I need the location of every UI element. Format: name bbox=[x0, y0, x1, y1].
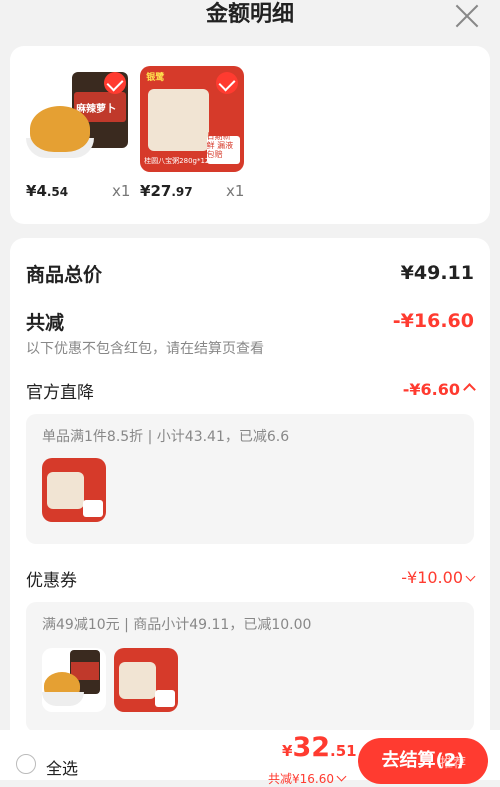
coupon-detail-text: 满49减10元 | 商品小计49.11，已减10.00 bbox=[42, 617, 312, 633]
product-label: 银鹭 bbox=[146, 73, 165, 84]
coupon-detail-box: 满49减10元 | 商品小计49.11，已减10.00 bbox=[26, 602, 474, 732]
product-image-radish[interactable]: 麻辣萝卜 bbox=[26, 66, 132, 172]
direct-detail-text: 单品满1件8.5折 | 小计43.41，已减6.6 bbox=[42, 429, 290, 445]
product-desc: 桂圆八宝粥280g*12罐 bbox=[144, 156, 217, 165]
goods-total-value: ¥49.11 bbox=[400, 262, 474, 284]
total-price: ¥32.51 bbox=[282, 732, 357, 763]
item-price: ¥4.54 bbox=[26, 182, 69, 200]
item-price: ¥27.97 bbox=[140, 182, 193, 200]
discount-note: 以下优惠不包含红包，请在结算页查看 bbox=[26, 341, 264, 357]
product-image-congee[interactable] bbox=[42, 458, 106, 522]
reduce-value: -¥16.60 bbox=[392, 310, 474, 332]
select-all-radio[interactable] bbox=[16, 754, 36, 774]
checked-icon bbox=[104, 72, 126, 94]
section-label-coupon: 优惠券 bbox=[26, 571, 77, 591]
section-value-direct[interactable]: -¥6.60 bbox=[403, 380, 476, 399]
recommend-label: 推荐 bbox=[440, 756, 467, 771]
item-qty: x1 bbox=[226, 182, 245, 200]
header: 金额明细 bbox=[0, 0, 500, 34]
page-title: 金额明细 bbox=[205, 2, 294, 27]
product-image-congee[interactable]: 银鹭 日期新鲜 漏液包赔 桂圆八宝粥280g*12罐 bbox=[140, 66, 244, 172]
direct-detail-box: 单品满1件8.5折 | 小计43.41，已减6.6 bbox=[26, 414, 474, 544]
chevron-down-icon bbox=[465, 571, 476, 582]
section-value-coupon[interactable]: -¥10.00 bbox=[401, 568, 476, 587]
section-label-direct: 官方直降 bbox=[26, 383, 94, 403]
product-image-radish[interactable] bbox=[42, 648, 106, 712]
reduce-label: 共减 bbox=[26, 312, 65, 334]
checkout-bar: 全选 ¥32.51 共减¥16.60 去结算(2) 推荐 bbox=[0, 730, 500, 786]
checkout-button[interactable]: 去结算(2) bbox=[358, 738, 488, 784]
total-reduction[interactable]: 共减¥16.60 bbox=[268, 770, 347, 787]
summary-card: 商品总价 ¥49.11 共减 -¥16.60 以下优惠不包含红包，请在结算页查看… bbox=[10, 238, 490, 758]
product-image-congee[interactable] bbox=[114, 648, 178, 712]
goods-total-label: 商品总价 bbox=[26, 264, 103, 286]
close-icon[interactable] bbox=[454, 3, 480, 29]
chevron-up-icon bbox=[463, 383, 476, 396]
item-qty: x1 bbox=[112, 182, 131, 200]
items-card: 麻辣萝卜 ¥4.54 x1 银鹭 日期新鲜 漏液包赔 桂圆八宝粥280g*12罐… bbox=[10, 46, 490, 224]
checked-icon bbox=[216, 72, 238, 94]
select-all-label[interactable]: 全选 bbox=[46, 755, 78, 779]
